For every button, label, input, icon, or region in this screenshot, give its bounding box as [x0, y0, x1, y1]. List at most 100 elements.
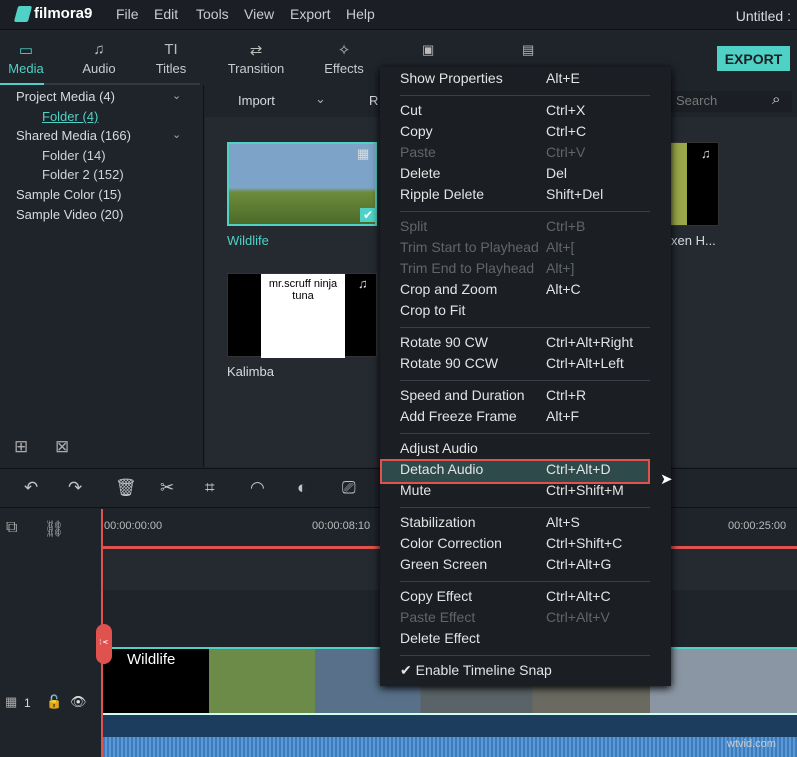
- menu-separator: [400, 211, 650, 212]
- menu-item-green-screen[interactable]: Green Screen Ctrl+Alt+G: [400, 556, 660, 577]
- filmora-logo-icon: [13, 5, 33, 22]
- music-icon: ♫: [701, 146, 711, 161]
- playhead[interactable]: [101, 509, 103, 757]
- menu-item-shortcut: Alt+F: [546, 408, 580, 424]
- media-thumb-kalimba[interactable]: mr.scruff ninja tuna: [227, 273, 377, 358]
- menu-item-label: Speed and Duration: [400, 387, 525, 403]
- green-screen-icon[interactable]: ⎚: [342, 478, 356, 498]
- sidebar-item-sample-video[interactable]: Sample Video (20): [16, 207, 123, 222]
- menu-item-shortcut: Ctrl+Alt+G: [546, 556, 612, 572]
- menu-item-rotate-90-cw[interactable]: Rotate 90 CW Ctrl+Alt+Right: [400, 334, 660, 355]
- menu-item-label: Add Freeze Frame: [400, 408, 517, 424]
- music-icon: ♫: [93, 41, 105, 58]
- menu-item-label: Delete Effect: [400, 630, 480, 646]
- menu-item-enable-timeline-snap[interactable]: ✔ Enable Timeline Snap: [400, 662, 660, 683]
- menu-item-label: Trim Start to Playhead: [400, 239, 539, 255]
- new-folder-icon[interactable]: ⊞: [14, 437, 28, 457]
- menu-tools[interactable]: Tools: [196, 6, 229, 22]
- menu-item-shortcut: Ctrl+Alt+V: [546, 609, 610, 625]
- eye-icon[interactable]: 👁: [70, 694, 87, 710]
- sidebar-item-project-media[interactable]: Project Media (4): [16, 89, 115, 104]
- sidebar-item-folder-14[interactable]: Folder (14): [42, 148, 106, 163]
- menu-item-label: Crop and Zoom: [400, 281, 498, 297]
- project-title: Untitled :: [735, 8, 791, 24]
- media-thumb-audio[interactable]: [669, 142, 719, 226]
- menu-item-color-correction[interactable]: Color Correction Ctrl+Shift+C: [400, 535, 660, 556]
- import-button[interactable]: Import: [238, 93, 275, 108]
- menu-item-delete-effect[interactable]: Delete Effect: [400, 630, 660, 651]
- menu-item-shortcut: Alt+E: [546, 70, 580, 86]
- menu-item-crop-to-fit[interactable]: Crop to Fit: [400, 302, 660, 323]
- menu-item-copy-effect[interactable]: Copy Effect Ctrl+Alt+C: [400, 588, 660, 609]
- search-icon[interactable]: ⌕: [772, 91, 780, 108]
- track-headers: ⧉ ⛓ ▦ 1 🔓 👁: [0, 509, 101, 757]
- menu-item-label: Copy: [400, 123, 433, 139]
- menu-item-add-freeze-frame[interactable]: Add Freeze Frame Alt+F: [400, 408, 660, 429]
- menu-item-label: Crop to Fit: [400, 302, 466, 318]
- menu-item-label: Color Correction: [400, 535, 502, 551]
- menu-help[interactable]: Help: [346, 6, 375, 22]
- menu-item-stabilization[interactable]: Stabilization Alt+S: [400, 514, 660, 535]
- menu-item-ripple-delete[interactable]: Ripple Delete Shift+Del: [400, 186, 660, 207]
- menu-item-shortcut: Ctrl+Alt+C: [546, 588, 611, 604]
- media-label: Wildlife: [227, 233, 269, 248]
- menu-item-crop-and-zoom[interactable]: Crop and Zoom Alt+C: [400, 281, 660, 302]
- menu-item-paste-effect: Paste Effect Ctrl+Alt+V: [400, 609, 660, 630]
- menu-item-label: Paste: [400, 144, 436, 160]
- playhead-scissor-handle[interactable]: ✂: [96, 624, 112, 664]
- menu-item-copy[interactable]: Copy Ctrl+C: [400, 123, 660, 144]
- sidebar-item-shared-media[interactable]: Shared Media (166): [16, 128, 131, 143]
- sidebar-item-folder[interactable]: Folder (4): [42, 109, 98, 124]
- lock-icon[interactable]: 🔓: [46, 694, 62, 710]
- chevron-down-icon[interactable]: ⌄: [172, 128, 181, 141]
- tab-titles[interactable]: TI Titles: [152, 41, 190, 76]
- menu-item-detach-audio[interactable]: Detach Audio Ctrl+Alt+D: [400, 461, 660, 482]
- menu-item-shortcut: Alt+[: [546, 239, 575, 255]
- redo-icon[interactable]: ↷: [68, 478, 82, 498]
- menu-item-delete[interactable]: Delete Del: [400, 165, 660, 186]
- elements-icon[interactable]: ▣: [422, 42, 434, 58]
- speed-icon[interactable]: ◠: [250, 478, 265, 498]
- tab-label: Media: [8, 61, 44, 76]
- record-button[interactable]: R: [369, 93, 378, 108]
- tab-audio[interactable]: ♫ Audio: [78, 41, 120, 76]
- chevron-down-icon[interactable]: ⌄: [172, 89, 181, 102]
- menu-item-rotate-90-ccw[interactable]: Rotate 90 CCW Ctrl+Alt+Left: [400, 355, 660, 376]
- menu-separator: [400, 655, 650, 656]
- delete-folder-icon[interactable]: ⊠: [55, 437, 69, 457]
- export-button[interactable]: EXPORT: [717, 46, 790, 71]
- menu-item-speed-and-duration[interactable]: Speed and Duration Ctrl+R: [400, 387, 660, 408]
- menu-export[interactable]: Export: [290, 6, 330, 22]
- sidebar-item-folder-2[interactable]: Folder 2 (152): [42, 167, 124, 182]
- split-screen-icon[interactable]: ▤: [522, 42, 534, 58]
- chevron-down-icon[interactable]: ⌄: [315, 91, 326, 107]
- menu-edit[interactable]: Edit: [154, 6, 178, 22]
- menu-file[interactable]: File: [116, 6, 139, 22]
- undo-icon[interactable]: ↶: [24, 478, 38, 498]
- menu-item-shortcut: Ctrl+Shift+M: [546, 482, 624, 498]
- delete-icon[interactable]: 🗑: [115, 478, 137, 498]
- crop-icon[interactable]: ⌗: [205, 478, 215, 498]
- add-track-icon[interactable]: ⧉: [6, 519, 17, 537]
- color-icon[interactable]: ◐: [297, 478, 307, 498]
- menu-item-cut[interactable]: Cut Ctrl+X: [400, 102, 660, 123]
- sidebar-item-sample-color[interactable]: Sample Color (15): [16, 187, 122, 202]
- menu-view[interactable]: View: [244, 6, 274, 22]
- menu-item-mute[interactable]: Mute Ctrl+Shift+M: [400, 482, 660, 503]
- menu-item-show-properties[interactable]: Show Properties Alt+E: [400, 70, 660, 91]
- tab-effects[interactable]: ✧ Effects: [322, 41, 366, 76]
- cut-icon[interactable]: ✂: [160, 478, 174, 498]
- tab-transition[interactable]: ⇄ Transition: [224, 41, 288, 76]
- media-thumb-wildlife[interactable]: [227, 142, 377, 226]
- effects-icon: ✧: [337, 42, 351, 59]
- titles-icon: TI: [164, 41, 178, 58]
- menu-item-shortcut: Alt+S: [546, 514, 580, 530]
- menu-item-shortcut: Ctrl+Alt+Left: [546, 355, 624, 371]
- menu-item-shortcut: Ctrl+Alt+D: [546, 461, 611, 477]
- unlink-icon[interactable]: ⛓: [44, 519, 64, 539]
- menu-item-label: Show Properties: [400, 70, 503, 86]
- tab-media[interactable]: ▭ Media: [6, 41, 46, 76]
- menu-item-adjust-audio[interactable]: Adjust Audio: [400, 440, 660, 461]
- menu-separator: [400, 507, 650, 508]
- audio-waveform[interactable]: [101, 713, 797, 757]
